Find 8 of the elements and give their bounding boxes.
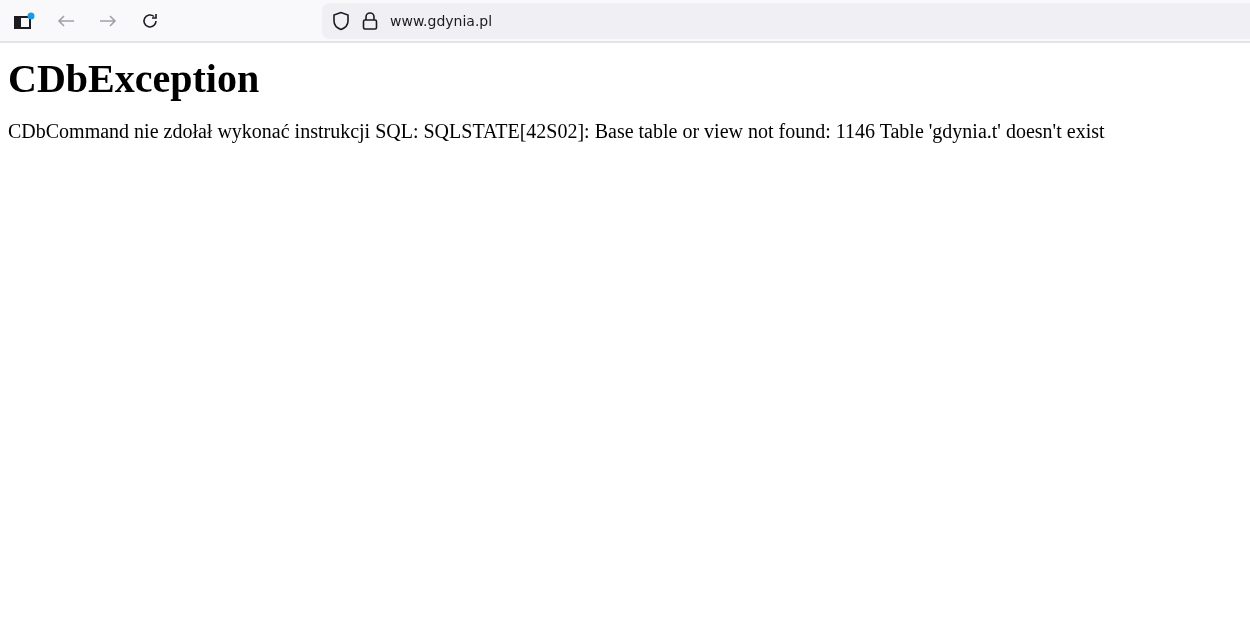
lock-icon [362,10,378,31]
address-bar[interactable]: www.gdynia.pl [322,2,1250,39]
url-text: www.gdynia.pl [390,12,493,29]
reload-icon[interactable] [141,11,159,30]
shield-icon [332,10,350,31]
page-heading: CDbException [8,57,261,101]
tab-icon[interactable] [13,11,35,30]
error-message: CDbCommand nie zdołał wykonać instrukcji SQL: SQLSTATE[42S02]: Base table or view not found: 1146 Table 'gdynia.t' doesn't exist [8,119,1106,143]
